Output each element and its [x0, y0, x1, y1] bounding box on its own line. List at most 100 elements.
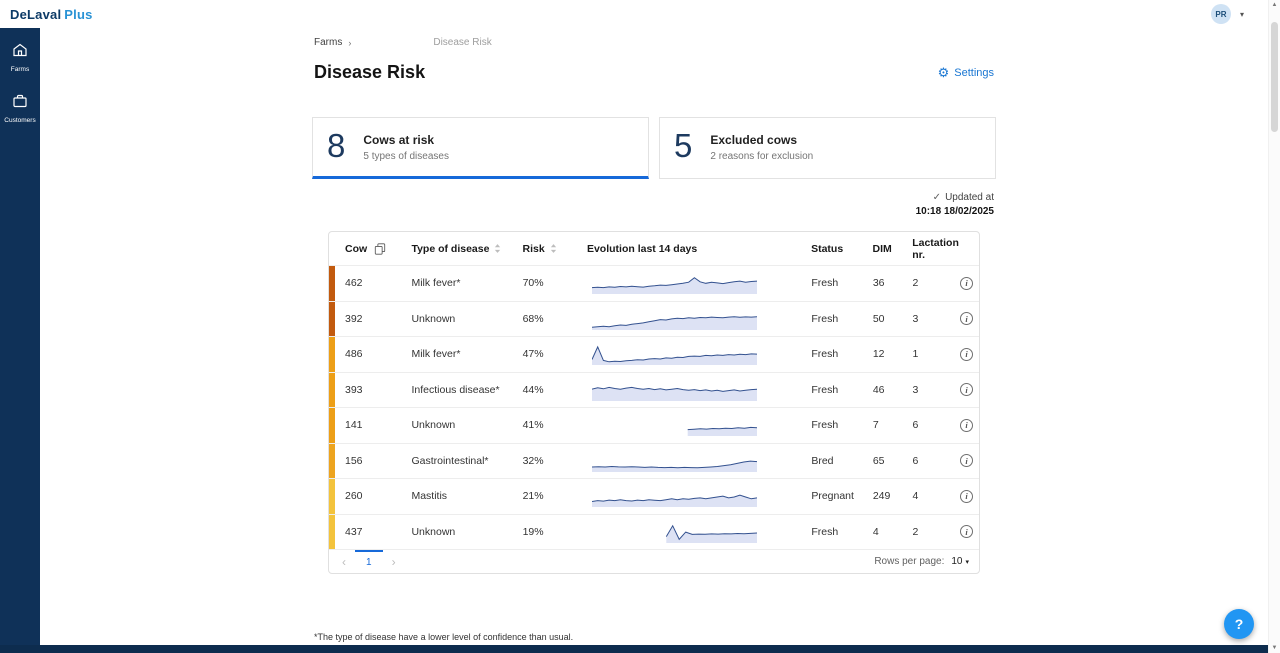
card-texts: Excluded cows 2 reasons for exclusion [710, 129, 813, 167]
table-body: 462 Milk fever* 70% Fresh 36 2 i 392 Unk… [329, 265, 979, 549]
table-header: Cow Type of disease Risk [329, 232, 979, 265]
sort-icon[interactable] [494, 243, 501, 254]
risk-cell: 68% [523, 313, 587, 325]
updated-label: Updated at [945, 192, 994, 203]
sidebar-item-farms[interactable]: Farms [0, 38, 40, 77]
rows-per-page-value: 10 [951, 556, 962, 567]
status-cell: Fresh [811, 526, 873, 538]
user-menu[interactable]: PR ▾ [1211, 4, 1244, 24]
card-title: Excluded cows [710, 133, 813, 147]
cow-id-cell: 486 [329, 348, 411, 360]
disease-cell: Unknown [411, 419, 522, 431]
page-title: Disease Risk [314, 62, 425, 83]
evolution-sparkline [587, 307, 811, 331]
status-cell: Bred [811, 455, 873, 467]
table-row[interactable]: 437 Unknown 19% Fresh 4 2 i [329, 514, 979, 550]
card-cows-at-risk[interactable]: 8 Cows at risk 5 types of diseases [312, 117, 649, 179]
info-icon[interactable]: i [960, 490, 973, 503]
gear-icon: ⚙ [938, 66, 950, 79]
table-row[interactable]: 141 Unknown 41% Fresh 7 6 i [329, 407, 979, 443]
breadcrumb-current: Disease Risk [433, 37, 491, 48]
status-cell: Pregnant [811, 490, 873, 502]
evolution-sparkline [587, 449, 811, 473]
table-row[interactable]: 486 Milk fever* 47% Fresh 12 1 i [329, 336, 979, 372]
scroll-up-icon[interactable]: ▲ [1272, 2, 1278, 8]
disease-cell: Unknown [411, 526, 522, 538]
top-bar: DeLavalPlus PR ▾ [0, 0, 1280, 28]
dim-cell: 46 [873, 384, 913, 396]
sort-icon[interactable] [550, 243, 557, 254]
risk-severity-bar [329, 408, 335, 443]
copy-icon[interactable] [374, 243, 386, 255]
info-icon[interactable]: i [960, 454, 973, 467]
risk-cell: 19% [523, 526, 587, 538]
breadcrumb: Farms › Disease Risk [312, 37, 996, 48]
title-row: Disease Risk ⚙ Settings [312, 62, 996, 83]
rows-per-page: Rows per page: 10 ▾ [874, 556, 969, 567]
table-row[interactable]: 462 Milk fever* 70% Fresh 36 2 i [329, 265, 979, 301]
check-icon: ✓ [933, 192, 941, 203]
brand-secondary: Plus [64, 7, 92, 22]
col-header-disease: Type of disease [411, 243, 489, 255]
table-row[interactable]: 156 Gastrointestinal* 32% Bred 65 6 i [329, 443, 979, 479]
brand-logo[interactable]: DeLavalPlus [10, 7, 93, 22]
status-cell: Fresh [811, 277, 873, 289]
settings-button[interactable]: ⚙ Settings [938, 66, 994, 79]
col-header-lactation: Lactation nr. [912, 237, 954, 261]
breadcrumb-farms[interactable]: Farms [314, 37, 342, 48]
info-icon[interactable]: i [960, 348, 973, 361]
risk-cell: 21% [523, 490, 587, 502]
cow-id-cell: 462 [329, 277, 411, 289]
chevron-down-icon[interactable]: ▾ [1240, 10, 1244, 19]
info-icon[interactable]: i [960, 383, 973, 396]
farms-icon [12, 42, 28, 63]
scrollbar[interactable]: ▲ ▼ [1268, 0, 1280, 653]
sidebar-item-customers[interactable]: Customers [0, 89, 40, 128]
rows-per-page-select[interactable]: 10 ▾ [951, 556, 969, 567]
next-page-button[interactable]: › [383, 550, 405, 573]
scrollbar-thumb[interactable] [1271, 22, 1278, 132]
cow-id-cell: 437 [329, 526, 411, 538]
chevron-right-icon: › [348, 38, 351, 48]
rows-per-page-label: Rows per page: [874, 556, 944, 567]
lactation-cell: 6 [913, 419, 955, 431]
card-texts: Cows at risk 5 types of diseases [363, 129, 449, 165]
risk-severity-bar [329, 479, 335, 514]
cow-id-cell: 156 [329, 455, 411, 467]
evolution-sparkline [587, 413, 811, 437]
status-cell: Fresh [811, 348, 873, 360]
table-row[interactable]: 393 Infectious disease* 44% Fresh 46 3 i [329, 372, 979, 408]
table-row[interactable]: 392 Unknown 68% Fresh 50 3 i [329, 301, 979, 337]
info-icon[interactable]: i [960, 312, 973, 325]
customers-icon [12, 93, 28, 114]
status-cell: Fresh [811, 313, 873, 325]
status-cell: Fresh [811, 384, 873, 396]
footnote: *The type of disease have a lower level … [312, 632, 996, 642]
dim-cell: 36 [873, 277, 913, 289]
settings-label: Settings [954, 67, 994, 79]
disease-cell: Unknown [411, 313, 522, 325]
evolution-sparkline [587, 378, 811, 402]
lactation-cell: 4 [913, 490, 955, 502]
risk-severity-bar [329, 444, 335, 479]
prev-page-button[interactable]: ‹ [333, 550, 355, 573]
sidebar-item-label: Customers [4, 117, 35, 124]
lactation-cell: 6 [913, 455, 955, 467]
info-icon[interactable]: i [960, 419, 973, 432]
pagination: ‹ 1 › Rows per page: 10 ▾ [329, 549, 979, 573]
info-icon[interactable]: i [960, 277, 973, 290]
help-button[interactable]: ? [1224, 609, 1254, 639]
avatar[interactable]: PR [1211, 4, 1231, 24]
scroll-down-icon[interactable]: ▼ [1272, 645, 1278, 651]
card-subtitle: 2 reasons for exclusion [710, 151, 813, 162]
updated-at: ✓Updated at 10:18 18/02/2025 [312, 192, 996, 217]
page-number[interactable]: 1 [355, 550, 383, 573]
info-icon[interactable]: i [960, 525, 973, 538]
risk-cell: 70% [523, 277, 587, 289]
disease-cell: Milk fever* [411, 277, 522, 289]
card-excluded-cows[interactable]: 5 Excluded cows 2 reasons for exclusion [659, 117, 996, 179]
col-header-status: Status [811, 243, 872, 255]
table-row[interactable]: 260 Mastitis 21% Pregnant 249 4 i [329, 478, 979, 514]
excluded-cows-count: 5 [674, 129, 692, 167]
disease-cell: Mastitis [411, 490, 522, 502]
